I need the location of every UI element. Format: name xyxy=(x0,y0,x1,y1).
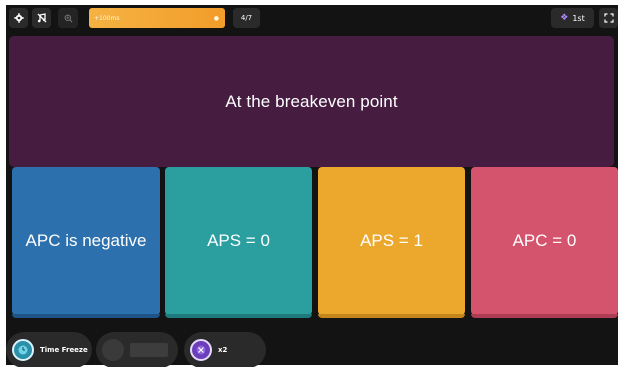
answer-option-1[interactable]: APC is negative xyxy=(12,167,160,318)
zoom-in-icon xyxy=(64,14,72,22)
question-text: At the breakeven point xyxy=(225,91,398,111)
answer-option-4[interactable]: APC = 0 xyxy=(471,167,618,318)
streak-text: +100ms xyxy=(94,14,120,22)
top-bar: +100ms ● 4/7 ❖ 1st xyxy=(6,5,618,31)
question-counter: 4/7 xyxy=(233,8,260,28)
music-off-icon xyxy=(37,13,46,23)
gear-icon xyxy=(13,13,24,23)
option-shadow xyxy=(318,314,465,318)
answer-text: APS = 0 xyxy=(207,231,270,250)
answer-option-2[interactable]: APS = 0 xyxy=(165,167,312,318)
clock-freeze-icon xyxy=(12,339,34,361)
powerup-empty-slot xyxy=(96,332,178,367)
rank-label: 1st xyxy=(572,13,585,23)
empty-slot-placeholder xyxy=(130,343,168,357)
rank-badge[interactable]: ❖ 1st xyxy=(551,8,594,28)
question-panel: At the breakeven point xyxy=(9,36,614,167)
multiplier-icon xyxy=(190,339,212,361)
powerup-multiplier[interactable]: x2 xyxy=(184,332,266,367)
quiz-app: +100ms ● 4/7 ❖ 1st At the breakeven poin… xyxy=(6,5,618,367)
music-toggle-button[interactable] xyxy=(32,8,51,28)
option-shadow xyxy=(12,314,160,318)
powerup-label: Time Freeze xyxy=(40,346,88,354)
streak-bar: +100ms ● xyxy=(89,8,225,28)
powerup-time-freeze[interactable]: Time Freeze xyxy=(6,332,92,367)
powerup-label: x2 xyxy=(218,346,228,354)
flame-icon: ● xyxy=(213,14,219,22)
answer-option-3[interactable]: APS = 1 xyxy=(318,167,465,318)
answer-text: APS = 1 xyxy=(360,231,423,250)
fullscreen-icon xyxy=(603,13,614,23)
answer-text: APC = 0 xyxy=(512,231,577,250)
medal-icon: ❖ xyxy=(560,13,569,23)
settings-button[interactable] xyxy=(9,8,28,28)
option-shadow xyxy=(471,314,618,318)
option-shadow xyxy=(165,314,312,318)
fullscreen-button[interactable] xyxy=(599,8,618,28)
empty-slot-icon xyxy=(102,339,124,361)
zoom-button[interactable] xyxy=(58,8,78,28)
answer-text: APC is negative xyxy=(25,231,147,250)
